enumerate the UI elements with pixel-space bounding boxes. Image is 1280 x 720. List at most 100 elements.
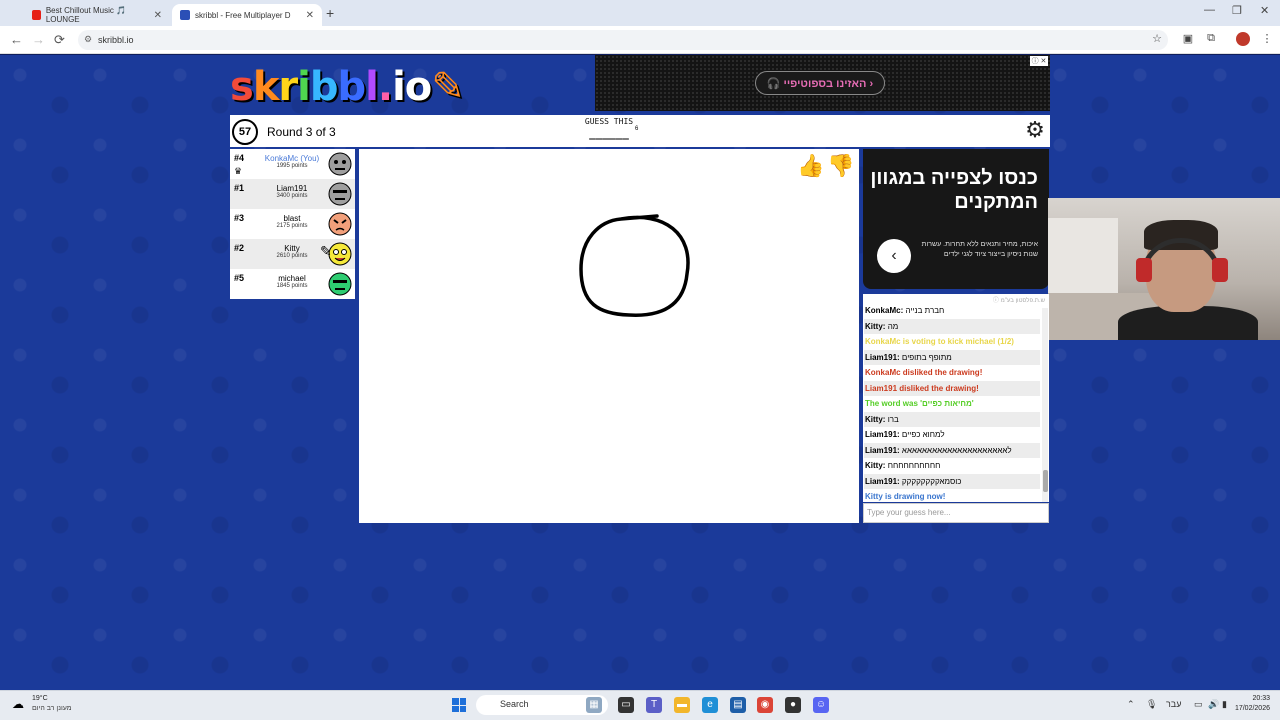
chat-message: Kitty: ברו [864, 411, 1040, 427]
clock-date[interactable]: 17/02/2026 [1224, 705, 1270, 712]
skribbl-icon [180, 10, 190, 20]
chat-message: KonkaMc disliked the drawing! [864, 365, 1040, 380]
chat-text: KonkaMc disliked the drawing! [865, 368, 983, 377]
chat-text: Liam191 disliked the drawing! [865, 383, 979, 393]
player-row[interactable]: #5 michael 1845 points [230, 269, 355, 299]
close-tab-icon[interactable]: ✕ [306, 10, 314, 21]
extensions-puzzle-icon[interactable]: ⧉ [1204, 32, 1218, 46]
file-explorer-icon[interactable]: ▬ [674, 697, 690, 713]
chat-username: Kitty: [865, 414, 886, 424]
player-points: 3400 points [276, 193, 308, 199]
address-bar: ← → ⟳ skribbl.io [0, 26, 1280, 54]
player-points: 2175 points [276, 223, 308, 229]
minimize-icon[interactable]: — [1204, 4, 1215, 16]
tab-youtube[interactable]: Best Chillout Music 🎵 LOUNGE ✕ [24, 4, 170, 26]
ad-close-icon[interactable]: ⓘ ✕ [1030, 56, 1048, 66]
side-ad-title: כנסו לצפייה במגוון המתקנים [870, 167, 1038, 213]
player-list: #4 ♛ KonkaMc (You) 1995 points #1 Liam19… [230, 149, 355, 299]
chat-text: חברת בנייה [905, 306, 945, 315]
player-rank: #2 [234, 243, 245, 253]
chat-message: The word was 'מחיאות כפיים' [864, 396, 1040, 411]
side-ad-text: איכות, מחיר ותנאים ללא תחרות. עשרות שנות… [921, 241, 1038, 258]
windows-taskbar [0, 690, 1280, 720]
chat-username: Liam191: [865, 430, 900, 439]
chat-username: Liam191: [865, 445, 900, 455]
tray-chevron-icon[interactable]: ⌃ [1127, 699, 1135, 710]
spotify-ad-button[interactable]: ‹ האזינו בספוטיפיי 🎧 [755, 71, 885, 95]
chat-text: חחחחחחחחחח [887, 461, 941, 470]
back-icon[interactable]: ← [10, 32, 23, 47]
discord-icon[interactable]: ☺ [813, 697, 829, 713]
obs-icon[interactable]: ● [785, 697, 801, 713]
word-blanks: ______ [589, 127, 629, 140]
guess-input[interactable]: Type your guess here... [863, 503, 1049, 523]
extension-icon[interactable]: ▣ [1181, 32, 1195, 46]
player-row[interactable]: #2 Kitty 2610 points ✎ [230, 239, 355, 269]
player-row[interactable]: #4 ♛ KonkaMc (You) 1995 points [230, 149, 355, 179]
chrome-icon[interactable]: ◉ [757, 697, 773, 713]
start-button[interactable] [452, 698, 466, 712]
tab-skribbl[interactable]: skribbl - Free Multiplayer D ✕ [172, 4, 322, 26]
chat-message: Liam191: מתופף בתופים [864, 349, 1040, 365]
chat-message: KonkaMc is voting to kick michael (1/2) [864, 334, 1040, 349]
chat-text: KonkaMc is voting to kick michael (1/2) [865, 337, 1014, 346]
letter-count: 6 [635, 126, 639, 132]
new-tab-button[interactable]: + [326, 5, 334, 21]
tab-title: Best Chillout Music 🎵 LOUNGE [45, 6, 127, 24]
chat-message: Kitty: חחחחחחחחחח [864, 458, 1040, 473]
player-rank: #5 [234, 273, 245, 283]
store-icon[interactable]: ▤ [730, 697, 746, 713]
crown-icon: ♛ [234, 166, 243, 176]
widgets-icon[interactable]: ▦ [586, 697, 602, 713]
player-rank: #3 [234, 213, 245, 223]
webcam-overlay [1048, 198, 1280, 340]
url-field[interactable]: skribbl.io [78, 30, 1168, 50]
drawn-circle [579, 214, 690, 317]
chat-text: ברו [887, 414, 899, 424]
chat-message: Liam191 disliked the drawing! [864, 380, 1040, 396]
forward-icon[interactable]: → [32, 32, 45, 47]
player-name: michael [278, 274, 306, 283]
player-avatar [328, 182, 352, 206]
reload-icon[interactable]: ⟳ [54, 32, 65, 48]
profile-avatar[interactable] [1236, 32, 1250, 46]
drawing-canvas[interactable] [359, 149, 859, 523]
maximize-icon[interactable]: ❐ [1232, 4, 1242, 17]
volume-icon[interactable]: 🔊 [1208, 699, 1219, 710]
pencil-icon: ✎ [320, 243, 332, 259]
thumbs-down-icon[interactable]: 👎 [827, 153, 855, 181]
player-avatar [328, 152, 352, 176]
edge-icon[interactable]: e [702, 697, 718, 713]
weather-temperature: 19°C [32, 695, 48, 702]
chat-username: Kitty: [865, 461, 886, 470]
weather-icon[interactable]: ☁ [12, 697, 28, 711]
clock-time[interactable]: 20:33 [1238, 695, 1270, 702]
monitor-icon[interactable]: ▭ [1194, 699, 1203, 710]
language-indicator[interactable]: עבר [1166, 699, 1181, 709]
bookmark-star-icon[interactable]: ☆ [1150, 32, 1164, 46]
player-row[interactable]: #3 blast 2175 points [230, 209, 355, 239]
microphone-icon[interactable]: 🎙 [1146, 699, 1157, 710]
close-window-icon[interactable]: ✕ [1260, 4, 1269, 17]
player-row[interactable]: #1 Liam191 3400 points [230, 179, 355, 209]
player-avatar [328, 212, 352, 236]
chat-message: Liam191: למחוא כפיים [864, 427, 1040, 442]
player-avatar [328, 272, 352, 296]
player-name: KonkaMc (You) [264, 154, 320, 163]
chat-message: Kitty is drawing now! [864, 489, 1040, 504]
teams-icon[interactable]: T [646, 697, 662, 713]
close-tab-icon[interactable]: ✕ [154, 10, 162, 21]
chat-scroll-thumb[interactable] [1043, 470, 1048, 492]
settings-gear-icon[interactable]: ⚙ [1022, 117, 1048, 143]
skribbl-logo: skribbl.io✎ [230, 64, 465, 110]
chat-text: מה [887, 321, 899, 331]
site-info-icon[interactable]: ⚙ [84, 34, 92, 45]
chat-username: Liam191: [865, 352, 900, 362]
task-view-icon[interactable]: ▭ [618, 697, 634, 713]
chat-message: KonkaMc: חברת בנייה [864, 303, 1040, 318]
chevron-left-icon[interactable]: ‹ [877, 239, 911, 273]
player-name: Liam191 [276, 184, 308, 193]
menu-kebab-icon[interactable]: ⋮ [1260, 32, 1274, 46]
player-points: 1995 points [276, 163, 308, 169]
thumbs-up-icon[interactable]: 👍 [797, 153, 825, 181]
